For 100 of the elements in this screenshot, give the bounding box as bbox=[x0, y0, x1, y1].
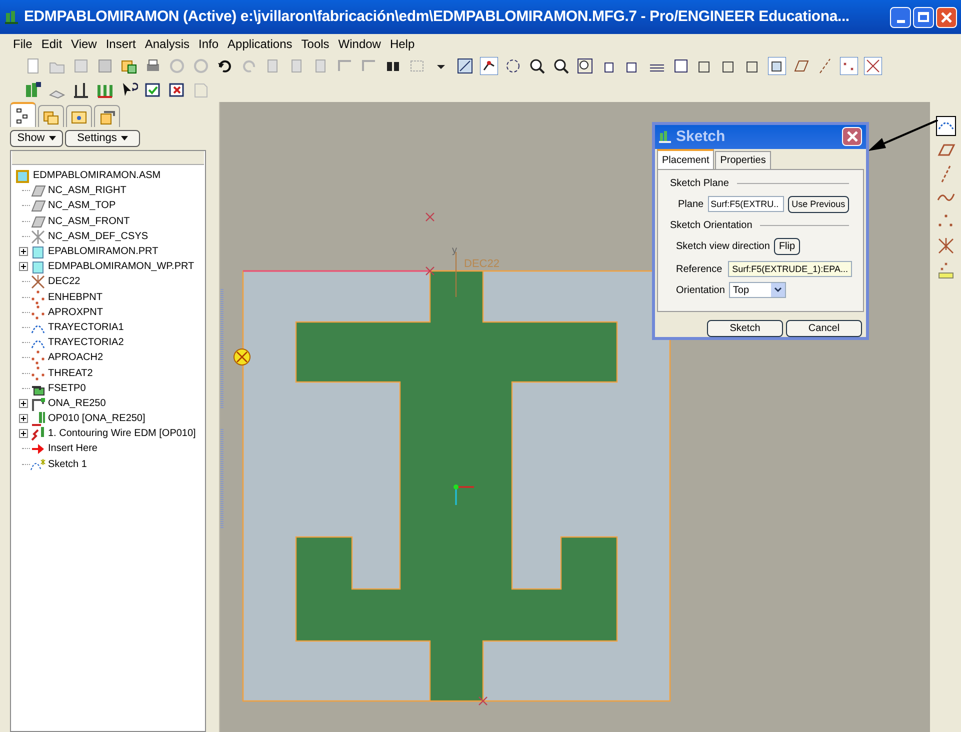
dialog-tab[interactable]: Properties bbox=[715, 151, 771, 170]
csys-label: DEC22 bbox=[464, 258, 500, 270]
datum-plane-icon bbox=[30, 183, 46, 198]
dialog-title: Sketch bbox=[676, 126, 726, 147]
menu-item[interactable]: Analysis bbox=[144, 35, 190, 53]
use-previous-button[interactable]: Use Previous bbox=[788, 196, 850, 213]
tree-item[interactable]: APROACH2 bbox=[48, 350, 104, 366]
menu-item[interactable]: Edit bbox=[41, 35, 62, 53]
operation-icon bbox=[30, 411, 46, 426]
tree-item[interactable]: TRAYECTORIA2 bbox=[48, 335, 124, 350]
tree-item[interactable]: Insert Here bbox=[48, 441, 98, 456]
datum-plane-icon bbox=[30, 214, 46, 229]
minimize-button[interactable] bbox=[890, 6, 911, 28]
menu-item[interactable]: Tools bbox=[301, 35, 330, 53]
shading-icon[interactable] bbox=[768, 57, 786, 75]
zoom-in-icon[interactable] bbox=[528, 57, 546, 75]
datum-plane-icon bbox=[30, 198, 46, 214]
maximize-button[interactable] bbox=[913, 6, 934, 28]
tree-item[interactable]: EDMPABLOMIRAMON.ASM bbox=[33, 168, 161, 184]
settings-button[interactable]: Settings bbox=[65, 130, 140, 147]
expand-icon[interactable] bbox=[19, 429, 28, 438]
expand-icon[interactable] bbox=[19, 414, 28, 424]
point-set-icon bbox=[30, 304, 46, 320]
redraw-icon[interactable] bbox=[456, 57, 474, 75]
cross-marker bbox=[425, 212, 435, 222]
pointer-arrow bbox=[868, 120, 938, 152]
tree-item[interactable]: NC_ASM_DEF_CSYS bbox=[48, 228, 148, 244]
tree-item[interactable]: OP010 [ONA_RE250] bbox=[48, 411, 146, 426]
sketch-icon bbox=[30, 456, 46, 472]
sketch-tool-icon[interactable] bbox=[24, 81, 42, 99]
section-label: Sketch Plane bbox=[670, 176, 729, 191]
tree-item[interactable]: NC_ASM_RIGHT bbox=[48, 183, 126, 198]
csys-icon bbox=[30, 228, 46, 244]
check-icon[interactable] bbox=[144, 81, 162, 99]
dialog-button[interactable]: Cancel bbox=[786, 320, 862, 337]
cancel-icon[interactable] bbox=[168, 81, 186, 99]
datum-point-icon[interactable] bbox=[840, 57, 858, 75]
tree-item[interactable]: NC_ASM_TOP bbox=[48, 198, 116, 214]
tool-path-icon[interactable] bbox=[72, 81, 90, 99]
tree-item[interactable]: 1. Contouring Wire EDM [OP010] bbox=[48, 426, 196, 442]
reference-field[interactable]: Surf:F5(EXTRUDE_1):EPA... bbox=[728, 261, 852, 278]
app-icon bbox=[4, 9, 20, 25]
menu-item[interactable]: File bbox=[13, 35, 32, 53]
field-label: Orientation bbox=[676, 284, 725, 298]
tree-item[interactable]: THREAT2 bbox=[48, 366, 93, 381]
spin-center-icon[interactable] bbox=[480, 57, 498, 75]
expand-icon[interactable] bbox=[19, 262, 28, 272]
csys-icon[interactable] bbox=[936, 236, 956, 256]
tree-item[interactable]: FSETP0 bbox=[48, 380, 86, 396]
field-label: Sketch view direction bbox=[676, 240, 770, 254]
expand-icon[interactable] bbox=[19, 398, 28, 408]
dialog-button[interactable]: Sketch bbox=[707, 320, 783, 337]
tree-item[interactable]: TRAYECTORIA1 bbox=[48, 320, 124, 335]
caret-icon bbox=[120, 136, 128, 141]
plane-field[interactable]: Surf:F5(EXTRU.. bbox=[708, 196, 784, 212]
tree-item[interactable]: APROXPNT bbox=[48, 304, 104, 320]
view-manager-icon[interactable] bbox=[672, 57, 690, 75]
close-icon bbox=[941, 12, 952, 22]
tree-item[interactable]: ONA_RE250 bbox=[48, 396, 106, 411]
tree-item[interactable]: DEC22 bbox=[48, 274, 80, 290]
sketch-tool-icon[interactable] bbox=[936, 116, 956, 136]
csys-icon bbox=[30, 274, 46, 290]
menu-item[interactable]: Window bbox=[338, 35, 381, 53]
assembly-icon bbox=[15, 168, 31, 184]
expand-icon[interactable] bbox=[19, 247, 28, 256]
menu-item[interactable]: Help bbox=[390, 35, 415, 53]
sequence-icon bbox=[30, 426, 46, 442]
zoom-out-icon[interactable] bbox=[552, 57, 570, 75]
cross-marker bbox=[478, 696, 488, 706]
analysis-icon[interactable] bbox=[936, 260, 956, 280]
part-icon bbox=[30, 259, 46, 274]
caret-icon bbox=[48, 136, 56, 141]
menu-item[interactable]: Info bbox=[198, 35, 219, 53]
dropdown-icon bbox=[770, 283, 785, 298]
tree-item[interactable]: EPABLOMIRAMON.PRT bbox=[48, 244, 158, 260]
app-icon bbox=[659, 130, 672, 144]
flip-button[interactable]: Flip bbox=[774, 238, 800, 255]
origin-marker bbox=[454, 484, 474, 505]
dialog-tab[interactable]: Placement bbox=[657, 149, 714, 170]
part-icon bbox=[30, 244, 46, 260]
menu-item[interactable]: View bbox=[71, 35, 97, 53]
refit-icon[interactable] bbox=[576, 57, 594, 75]
csys-icon[interactable] bbox=[864, 57, 882, 75]
tree-item[interactable]: Sketch 1 bbox=[48, 456, 87, 472]
close-button[interactable] bbox=[842, 127, 862, 146]
point-set-icon bbox=[30, 350, 46, 366]
tree-item[interactable]: EDMPABLOMIRAMON_WP.PRT bbox=[48, 259, 194, 274]
tree-item[interactable]: NC_ASM_FRONT bbox=[48, 214, 130, 229]
show-button[interactable]: Show bbox=[10, 130, 63, 147]
axis-label: y bbox=[452, 245, 457, 256]
menu-item[interactable]: Insert bbox=[106, 35, 136, 53]
orientation-select[interactable]: Top bbox=[728, 282, 786, 298]
field-label: Reference bbox=[676, 262, 722, 277]
close-button[interactable] bbox=[936, 6, 957, 28]
insert-arrow-icon bbox=[30, 441, 46, 456]
menu-item[interactable]: Applications bbox=[228, 35, 292, 53]
tree-item[interactable]: ENHEBPNT bbox=[48, 290, 102, 305]
point-set-icon bbox=[30, 290, 46, 305]
orient-icon[interactable] bbox=[504, 57, 522, 75]
panel-tab[interactable] bbox=[10, 102, 36, 127]
